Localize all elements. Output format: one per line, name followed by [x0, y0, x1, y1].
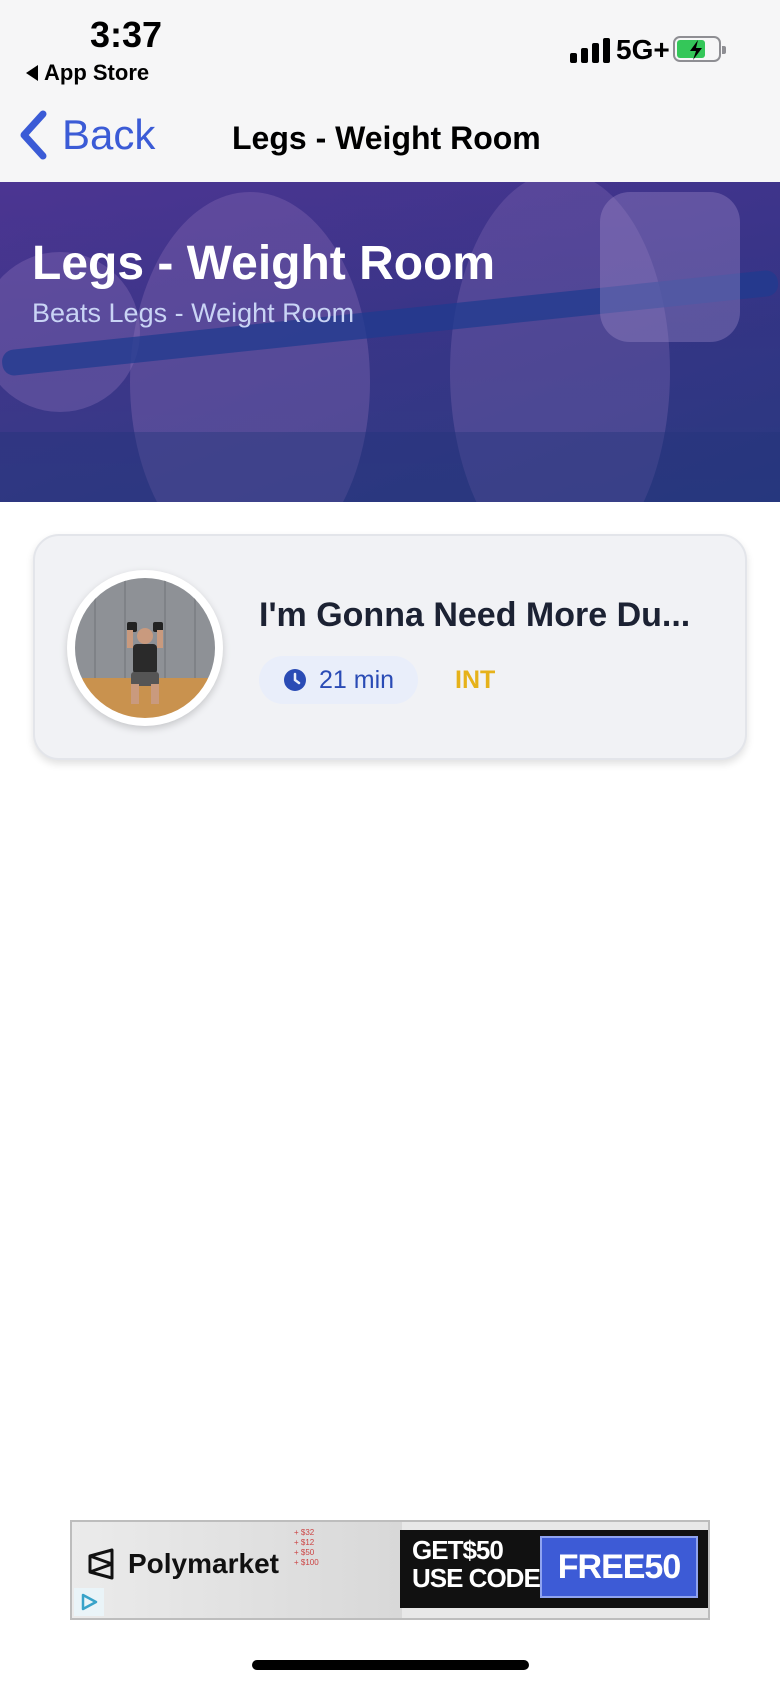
page-title: Legs - Weight Room [232, 120, 541, 156]
back-triangle-icon [26, 65, 38, 81]
ad-banner[interactable]: Polymarket + $32 + $12 + $50 + $100 GET$… [70, 1520, 710, 1620]
back-button[interactable]: Back [18, 110, 155, 160]
ad-brand-name: Polymarket [128, 1548, 279, 1579]
ad-price: + $32 [294, 1528, 315, 1537]
navigation-bar: Back Legs - Weight Room [0, 95, 780, 182]
ad-price-list: + $32 + $12 + $50 + $100 [294, 1528, 319, 1568]
cellular-signal-icon [570, 38, 610, 63]
workout-thumbnail [67, 570, 223, 726]
ad-price: + $100 [294, 1558, 319, 1567]
back-to-app-label: App Store [44, 60, 150, 85]
back-button-label: Back [62, 111, 156, 158]
ad-price: + $12 [294, 1538, 315, 1547]
hero-title: Legs - Weight Room [32, 237, 496, 290]
workout-duration: 21 min [319, 665, 395, 694]
hero-subtitle: Beats Legs - Weight Room [32, 298, 355, 328]
home-indicator[interactable] [252, 1660, 529, 1670]
ad-promo-code: FREE50 [540, 1536, 698, 1598]
status-time: 3:37 [90, 14, 163, 55]
adchoices-icon[interactable] [74, 1588, 104, 1616]
back-to-app-link[interactable]: App Store [26, 60, 149, 86]
chevron-left-icon [20, 110, 47, 160]
ad-promo-line2: USE CODE [412, 1563, 541, 1593]
ad-promo-text: GET$50 USE CODE [412, 1535, 541, 1593]
workout-level-badge: INT [455, 666, 496, 694]
ad-brand: Polymarket [86, 1548, 279, 1580]
polymarket-logo-icon [88, 1548, 114, 1580]
duration-chip: 21 min [259, 656, 419, 704]
ad-promo-line1: GET$50 [412, 1535, 504, 1565]
hero-background-image [0, 182, 780, 502]
workout-thumbnail-image [75, 578, 215, 718]
hero-banner: Legs - Weight Room Beats Legs - Weight R… [0, 182, 780, 502]
status-bar: 3:37 App Store 5G+ [0, 0, 780, 95]
workout-card[interactable]: I'm Gonna Need More Du... 21 min INT [33, 534, 747, 760]
clock-icon [284, 669, 306, 691]
battery-charging-icon [673, 36, 726, 62]
ad-price: + $50 [294, 1548, 315, 1557]
workout-title: I'm Gonna Need More Du... [259, 596, 691, 634]
network-type: 5G+ [616, 34, 670, 65]
